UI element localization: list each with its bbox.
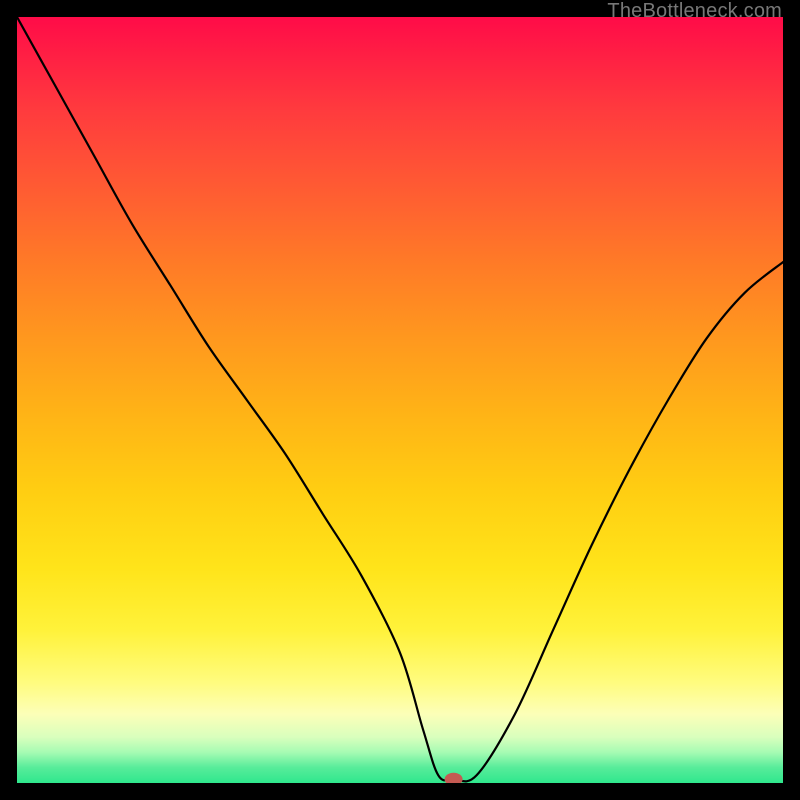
bottleneck-curve xyxy=(17,17,783,783)
chart-plot-area xyxy=(17,17,783,783)
chart-frame: TheBottleneck.com xyxy=(0,0,800,800)
optimum-marker xyxy=(445,773,463,783)
curve-path xyxy=(17,17,783,781)
